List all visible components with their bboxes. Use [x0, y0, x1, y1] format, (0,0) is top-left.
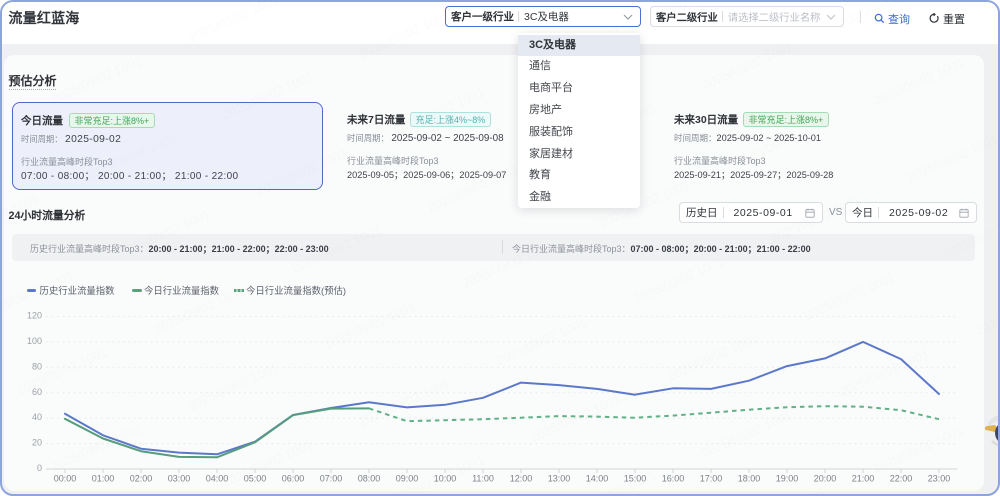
svg-text:20:00: 20:00 — [814, 474, 837, 484]
svg-text:02:00: 02:00 — [130, 474, 153, 484]
svg-text:16:00: 16:00 — [662, 474, 685, 484]
svg-text:21:00: 21:00 — [852, 474, 875, 484]
svg-text:15:00: 15:00 — [624, 474, 647, 484]
svg-text:05:00: 05:00 — [244, 474, 267, 484]
svg-text:80: 80 — [32, 361, 42, 371]
svg-text:17:00: 17:00 — [700, 474, 723, 484]
svg-text:13:00: 13:00 — [548, 474, 571, 484]
svg-text:12:00: 12:00 — [510, 474, 533, 484]
svg-text:14:00: 14:00 — [586, 474, 609, 484]
svg-text:18:00: 18:00 — [738, 474, 761, 484]
svg-text:09:00: 09:00 — [396, 474, 419, 484]
svg-text:22:00: 22:00 — [890, 474, 913, 484]
svg-text:01:00: 01:00 — [92, 474, 115, 484]
svg-text:06:00: 06:00 — [282, 474, 305, 484]
svg-text:0: 0 — [37, 463, 42, 473]
svg-text:07:00: 07:00 — [320, 474, 343, 484]
svg-text:00:00: 00:00 — [54, 474, 77, 484]
svg-text:120: 120 — [27, 311, 42, 321]
svg-text:10:00: 10:00 — [434, 474, 457, 484]
svg-text:19:00: 19:00 — [776, 474, 799, 484]
svg-text:60: 60 — [32, 387, 42, 397]
svg-text:08:00: 08:00 — [358, 474, 381, 484]
svg-text:23:00: 23:00 — [928, 474, 951, 484]
svg-text:11:00: 11:00 — [472, 474, 494, 484]
svg-text:20: 20 — [32, 438, 42, 448]
svg-text:40: 40 — [32, 412, 42, 422]
svg-text:03:00: 03:00 — [168, 474, 191, 484]
svg-text:04:00: 04:00 — [206, 474, 229, 484]
svg-text:100: 100 — [27, 336, 42, 346]
